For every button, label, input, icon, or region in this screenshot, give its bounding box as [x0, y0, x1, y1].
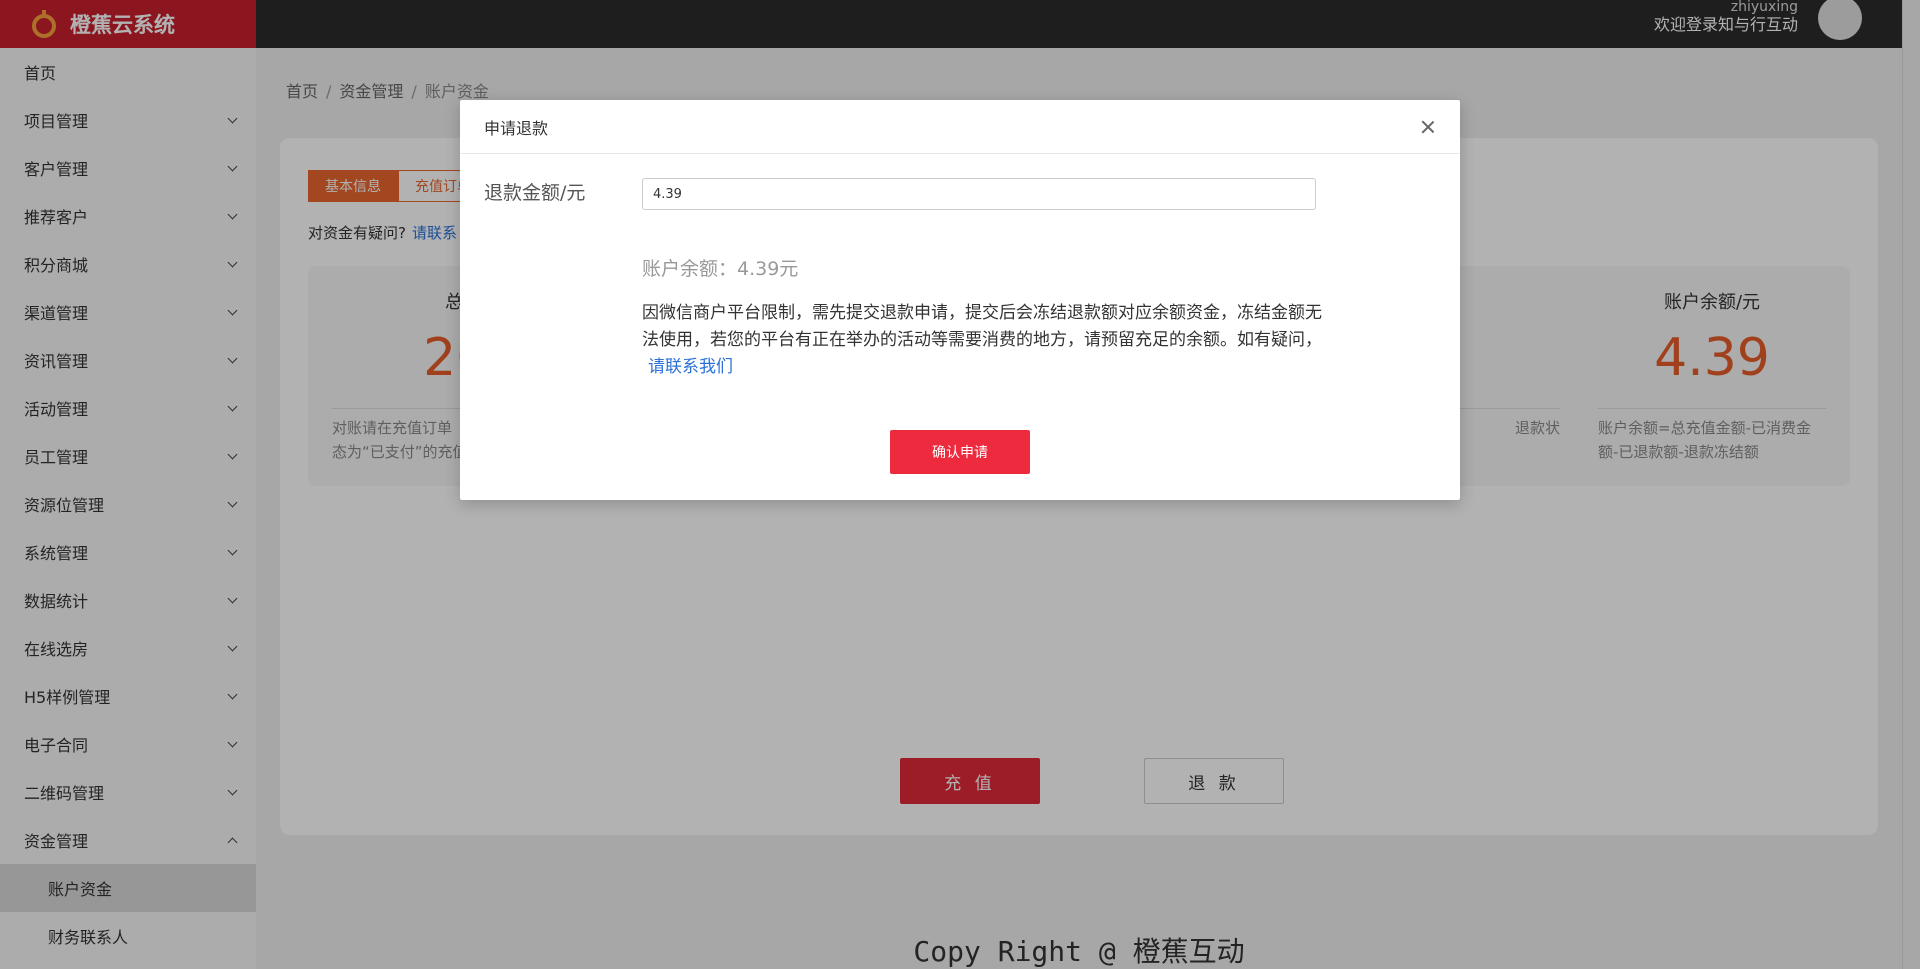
contact-us-link[interactable]: 请联系我们	[648, 357, 733, 377]
balance-text: 账户余额：4.39元	[642, 258, 799, 280]
refund-amount-input[interactable]	[642, 178, 1316, 210]
refund-notice: 因微信商户平台限制，需先提交退款申请，提交后会冻结退款额对应余额资金，冻结金额无…	[642, 300, 1322, 381]
modal-title: 申请退款	[484, 118, 549, 138]
close-icon[interactable]	[1420, 119, 1436, 135]
confirm-apply-button[interactable]: 确认申请	[890, 430, 1030, 474]
notice-body: 因微信商户平台限制，需先提交退款申请，提交后会冻结退款额对应余额资金，冻结金额无…	[642, 303, 1322, 350]
modal-header: 申请退款	[460, 100, 1460, 154]
refund-modal: 申请退款 退款金额/元 账户余额：4.39元 因微信商户平台限制，需先提交退款申…	[460, 100, 1460, 500]
amount-label: 退款金额/元	[484, 182, 586, 204]
